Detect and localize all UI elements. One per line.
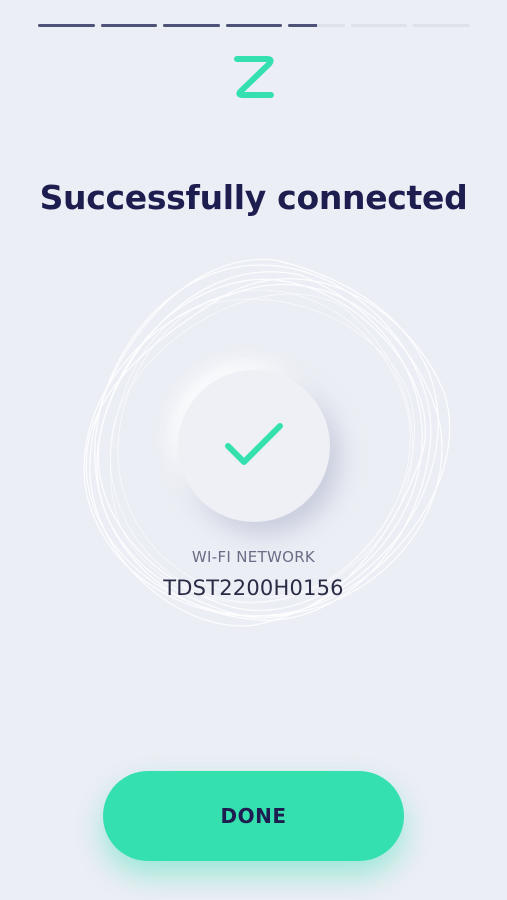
page-title: Successfully connected bbox=[39, 178, 468, 217]
progress-step-6 bbox=[350, 24, 408, 27]
progress-step-7 bbox=[413, 24, 471, 27]
wifi-network-name: TDST2200H0156 bbox=[163, 576, 344, 600]
progress-step-4 bbox=[225, 24, 283, 27]
success-status-circle bbox=[178, 370, 330, 522]
z-logo-icon bbox=[229, 51, 279, 103]
step-progress-bar bbox=[38, 24, 471, 28]
progress-step-5 bbox=[288, 24, 345, 27]
wifi-network-label: WI-FI NETWORK bbox=[191, 548, 316, 566]
done-button[interactable]: DONE bbox=[103, 771, 404, 861]
checkmark-icon bbox=[225, 423, 283, 465]
progress-step-2 bbox=[100, 24, 158, 27]
progress-step-1 bbox=[38, 24, 95, 27]
progress-step-3 bbox=[163, 24, 220, 27]
